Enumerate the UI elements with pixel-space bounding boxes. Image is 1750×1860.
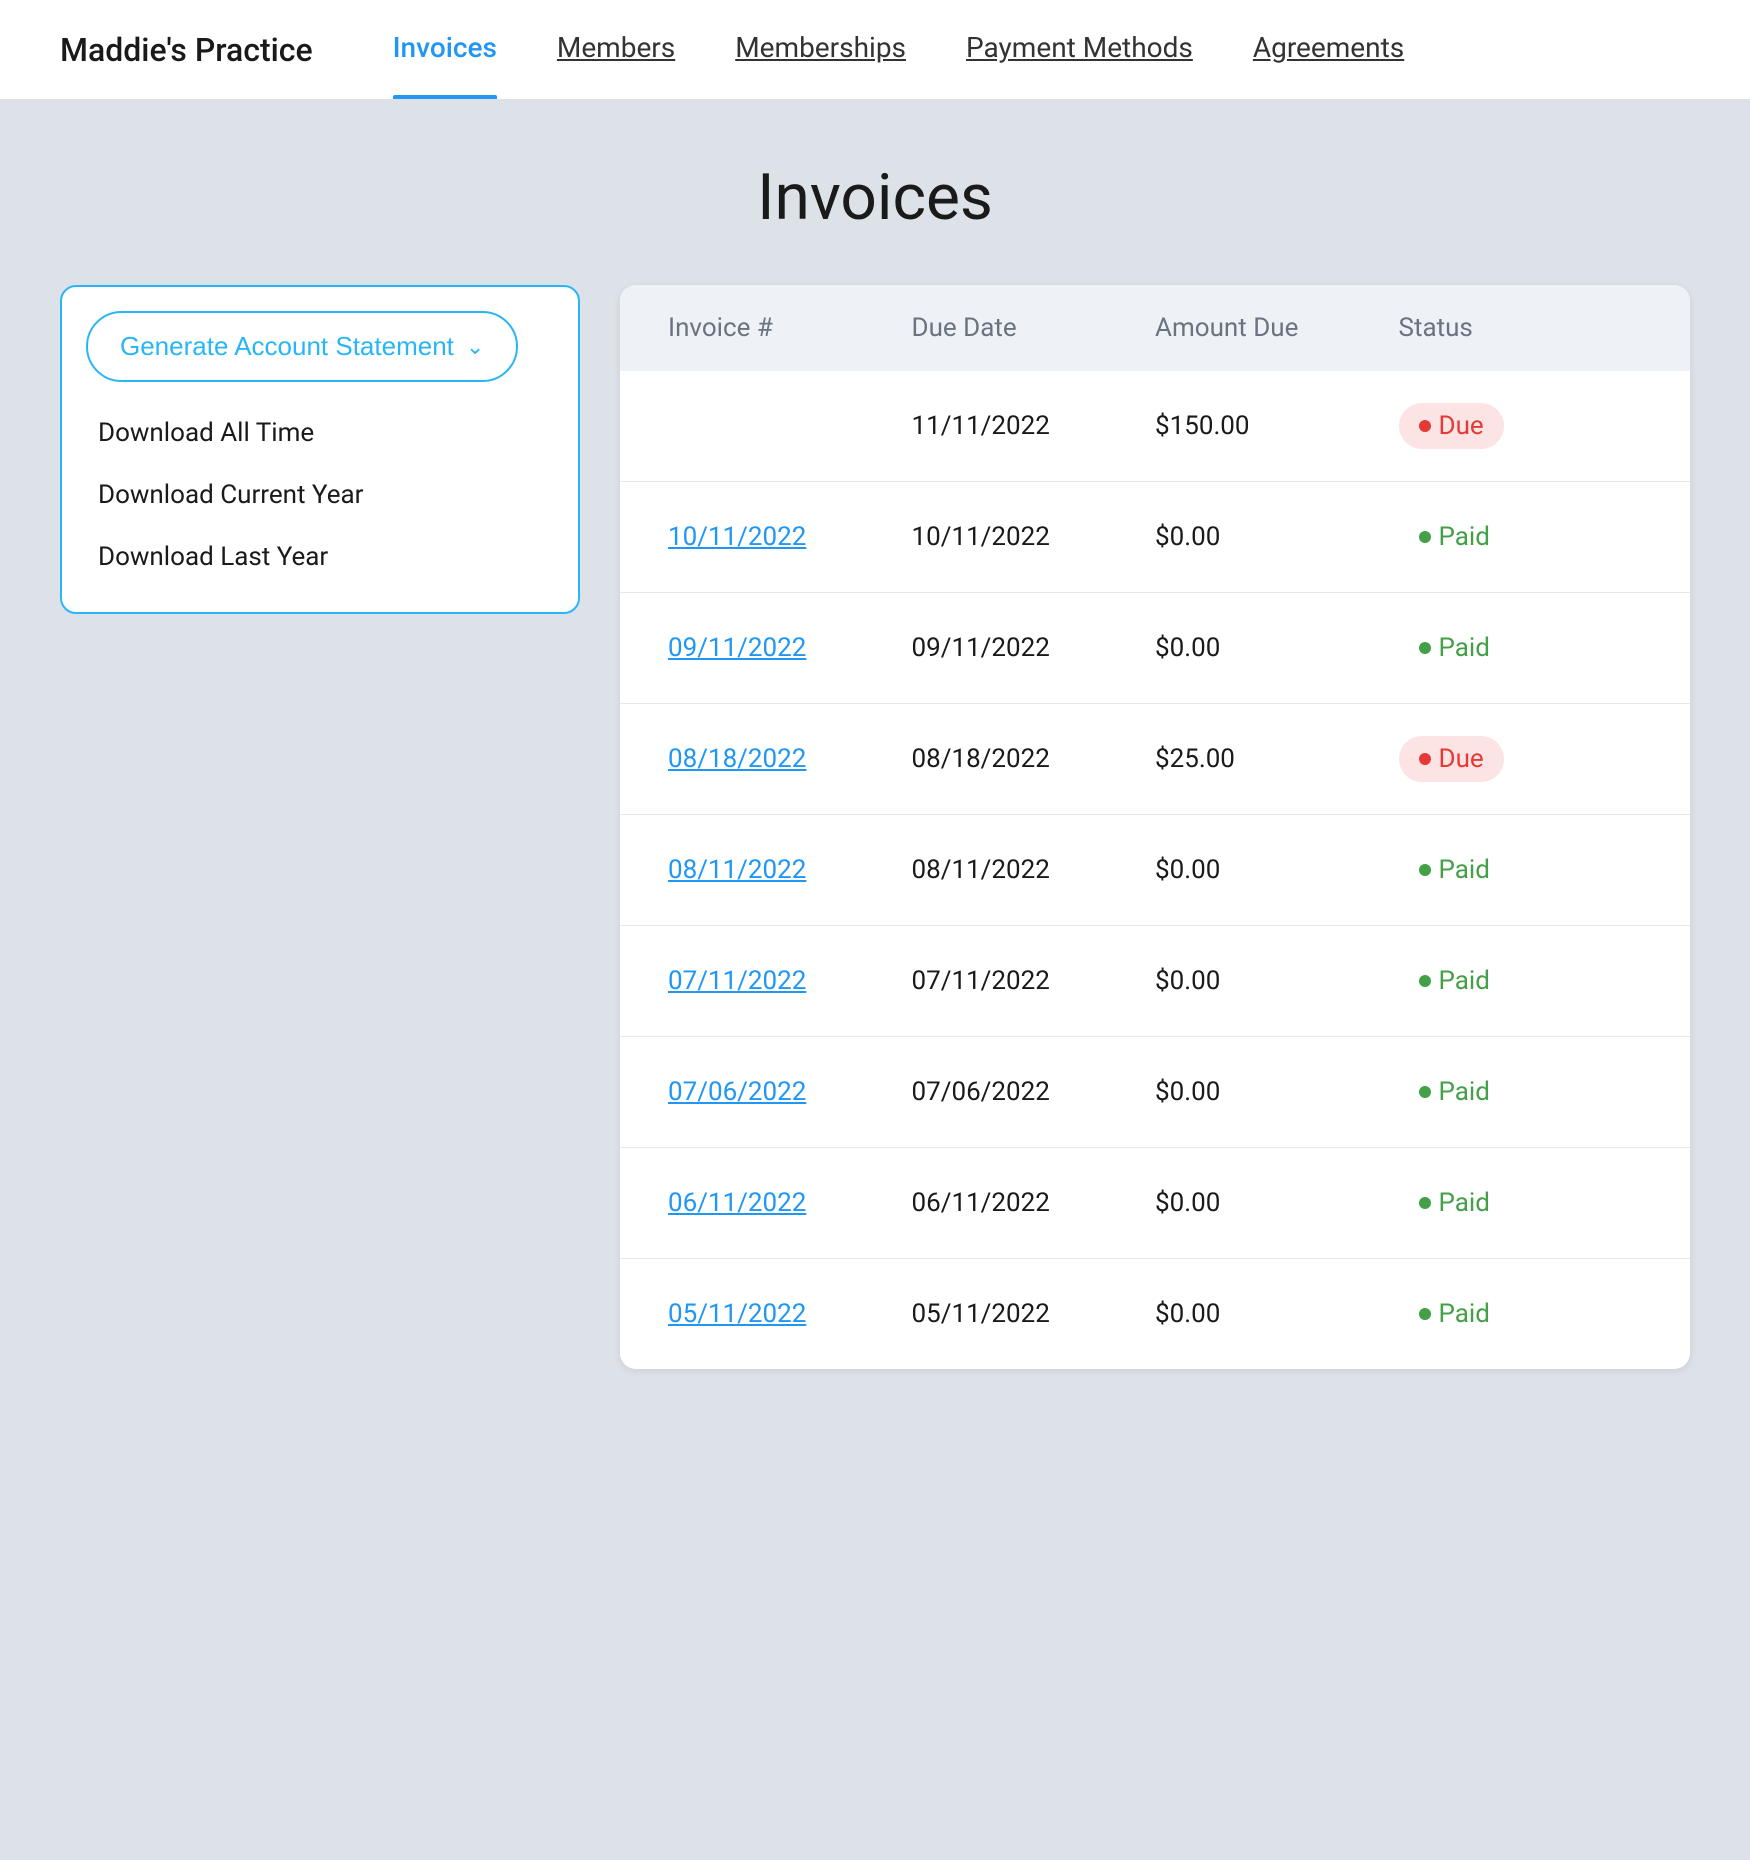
status-label: Paid xyxy=(1439,633,1490,663)
due-date-cell: 10/11/2022 xyxy=(912,522,1156,552)
paid-dot-icon xyxy=(1419,1086,1431,1098)
status-cell: Paid xyxy=(1399,1291,1643,1337)
invoice-link[interactable]: 06/11/2022 xyxy=(668,1188,912,1218)
nav-item-invoices[interactable]: Invoices xyxy=(393,0,497,99)
table-row: 06/11/202206/11/2022$0.00Paid xyxy=(620,1148,1690,1259)
status-badge: Paid xyxy=(1399,958,1510,1004)
download-current-year-item[interactable]: Download Current Year xyxy=(86,464,554,526)
page-title: Invoices xyxy=(60,160,1690,235)
nav-item-members[interactable]: Members xyxy=(557,0,675,99)
amount-cell: $0.00 xyxy=(1155,1188,1399,1218)
header-amount-due: Amount Due xyxy=(1155,313,1399,343)
invoice-link[interactable]: 07/11/2022 xyxy=(668,966,912,996)
amount-cell: $25.00 xyxy=(1155,744,1399,774)
status-label: Paid xyxy=(1439,966,1490,996)
generate-statement-dropdown: Generate Account Statement ⌄ Download Al… xyxy=(60,285,580,614)
status-badge: Paid xyxy=(1399,1291,1510,1337)
download-all-time-item[interactable]: Download All Time xyxy=(86,402,554,464)
table-row: 08/18/202208/18/2022$25.00Due xyxy=(620,704,1690,815)
table-header: Invoice # Due Date Amount Due Status xyxy=(620,285,1690,371)
invoice-link[interactable]: 08/11/2022 xyxy=(668,855,912,885)
status-badge: Paid xyxy=(1399,847,1510,893)
amount-cell: $0.00 xyxy=(1155,855,1399,885)
due-dot-icon xyxy=(1419,753,1431,765)
table-row: 07/06/202207/06/2022$0.00Paid xyxy=(620,1037,1690,1148)
status-label: Due xyxy=(1439,744,1484,774)
header: Maddie's Practice Invoices Members Membe… xyxy=(0,0,1750,100)
status-label: Paid xyxy=(1439,1077,1490,1107)
status-badge: Paid xyxy=(1399,1180,1510,1226)
download-last-year-item[interactable]: Download Last Year xyxy=(86,526,554,588)
invoice-table: Invoice # Due Date Amount Due Status 11/… xyxy=(620,285,1690,1369)
nav-item-payment-methods[interactable]: Payment Methods xyxy=(966,0,1193,99)
status-cell: Paid xyxy=(1399,1180,1643,1226)
status-label: Paid xyxy=(1439,855,1490,885)
status-badge: Paid xyxy=(1399,1069,1510,1115)
paid-dot-icon xyxy=(1419,1308,1431,1320)
table-row: 07/11/202207/11/2022$0.00Paid xyxy=(620,926,1690,1037)
paid-dot-icon xyxy=(1419,1197,1431,1209)
main-content: Invoices Generate Account Statement ⌄ Do… xyxy=(0,100,1750,1429)
status-cell: Paid xyxy=(1399,514,1643,560)
amount-cell: $0.00 xyxy=(1155,966,1399,996)
invoice-link[interactable]: 10/11/2022 xyxy=(668,522,912,552)
table-row: 08/11/202208/11/2022$0.00Paid xyxy=(620,815,1690,926)
due-date-cell: 06/11/2022 xyxy=(912,1188,1156,1218)
due-date-cell: 09/11/2022 xyxy=(912,633,1156,663)
status-label: Paid xyxy=(1439,522,1490,552)
status-label: Paid xyxy=(1439,1299,1490,1329)
table-row: 10/11/202210/11/2022$0.00Paid xyxy=(620,482,1690,593)
status-cell: Paid xyxy=(1399,847,1643,893)
paid-dot-icon xyxy=(1419,864,1431,876)
due-date-cell: 05/11/2022 xyxy=(912,1299,1156,1329)
amount-cell: $0.00 xyxy=(1155,633,1399,663)
amount-cell: $0.00 xyxy=(1155,1299,1399,1329)
amount-cell: $150.00 xyxy=(1155,411,1399,441)
generate-statement-button[interactable]: Generate Account Statement ⌄ xyxy=(86,311,518,382)
header-invoice: Invoice # xyxy=(668,313,912,343)
due-dot-icon xyxy=(1419,420,1431,432)
status-cell: Paid xyxy=(1399,958,1643,1004)
brand-name: Maddie's Practice xyxy=(60,31,313,69)
header-status: Status xyxy=(1399,313,1643,343)
due-date-cell: 11/11/2022 xyxy=(912,411,1156,441)
table-row: 05/11/202205/11/2022$0.00Paid xyxy=(620,1259,1690,1369)
status-badge: Paid xyxy=(1399,514,1510,560)
table-row: 11/11/2022$150.00 Due xyxy=(620,371,1690,482)
paid-dot-icon xyxy=(1419,975,1431,987)
status-badge: Due xyxy=(1399,403,1504,449)
due-date-cell: 07/11/2022 xyxy=(912,966,1156,996)
due-date-cell: 07/06/2022 xyxy=(912,1077,1156,1107)
due-date-cell: 08/18/2022 xyxy=(912,744,1156,774)
invoice-link[interactable]: 05/11/2022 xyxy=(668,1299,912,1329)
chevron-down-icon: ⌄ xyxy=(466,334,484,360)
invoice-link[interactable]: 09/11/2022 xyxy=(668,633,912,663)
status-cell: Due xyxy=(1399,403,1643,449)
status-cell: Paid xyxy=(1399,625,1643,671)
invoice-link[interactable]: 07/06/2022 xyxy=(668,1077,912,1107)
amount-cell: $0.00 xyxy=(1155,1077,1399,1107)
header-due-date: Due Date xyxy=(912,313,1156,343)
amount-cell: $0.00 xyxy=(1155,522,1399,552)
main-nav: Invoices Members Memberships Payment Met… xyxy=(393,0,1405,99)
status-cell: Paid xyxy=(1399,1069,1643,1115)
nav-item-agreements[interactable]: Agreements xyxy=(1253,0,1404,99)
status-label: Due xyxy=(1439,411,1484,441)
invoice-link[interactable]: 08/18/2022 xyxy=(668,744,912,774)
nav-item-memberships[interactable]: Memberships xyxy=(735,0,906,99)
table-row: 09/11/202209/11/2022$0.00Paid xyxy=(620,593,1690,704)
status-badge: Due xyxy=(1399,736,1504,782)
paid-dot-icon xyxy=(1419,642,1431,654)
table-body: 11/11/2022$150.00 Due 10/11/202210/11/2022… xyxy=(620,371,1690,1369)
paid-dot-icon xyxy=(1419,531,1431,543)
generate-statement-label: Generate Account Statement xyxy=(120,331,454,362)
generate-statement-menu: Download All Time Download Current Year … xyxy=(86,402,554,588)
due-date-cell: 08/11/2022 xyxy=(912,855,1156,885)
status-badge: Paid xyxy=(1399,625,1510,671)
status-cell: Due xyxy=(1399,736,1643,782)
status-label: Paid xyxy=(1439,1188,1490,1218)
